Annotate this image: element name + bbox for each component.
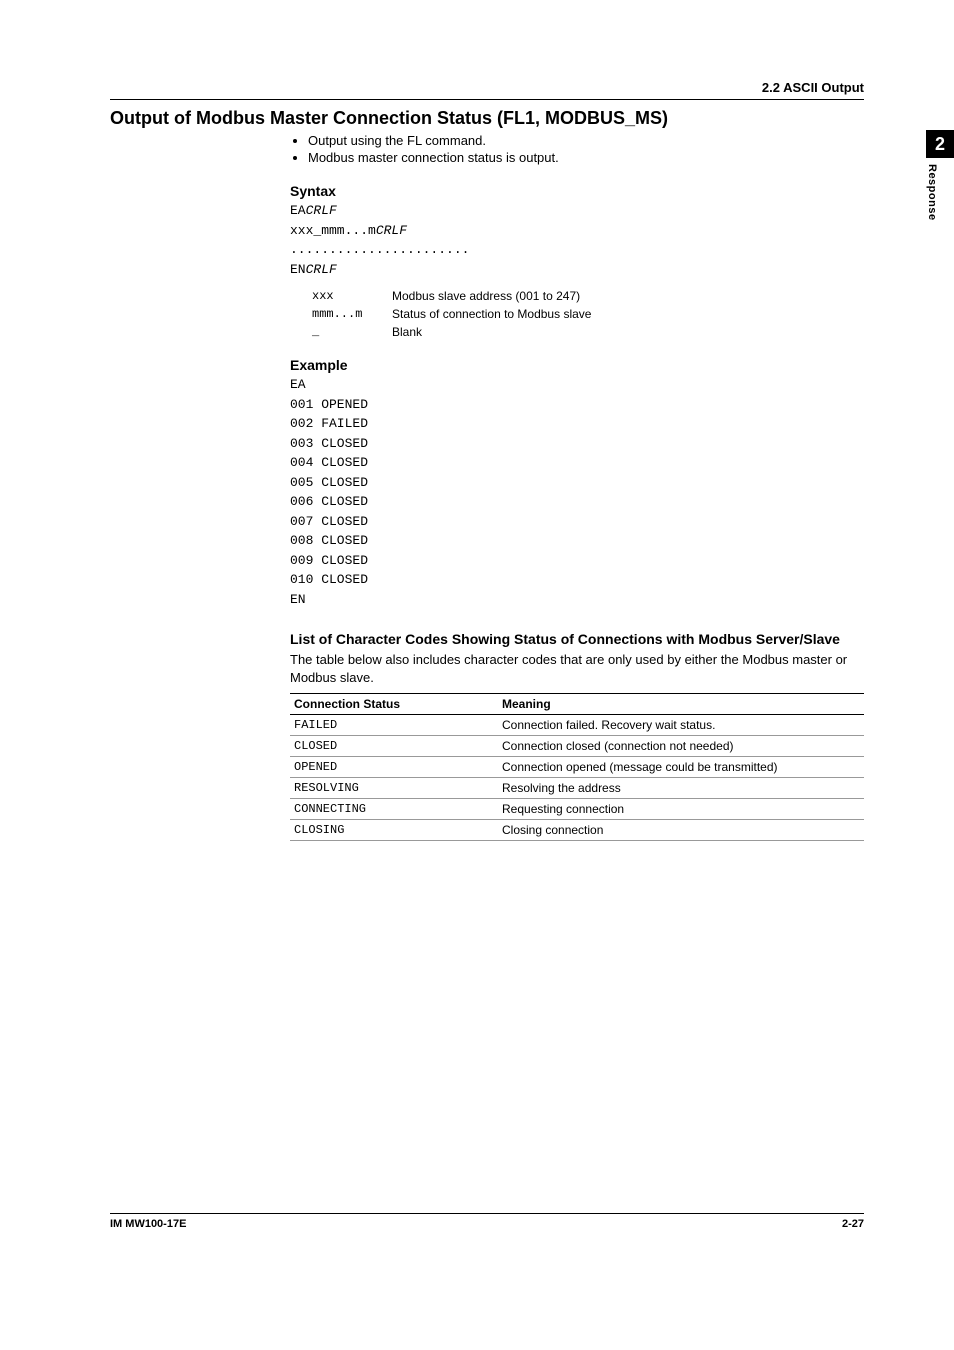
code-cell: CLOSED (290, 736, 498, 757)
syntax-line: ....................... (290, 242, 469, 257)
param-row: xxx Modbus slave address (001 to 247) (312, 289, 864, 303)
codes-col-meaning: Meaning (498, 694, 864, 715)
codes-col-status: Connection Status (290, 694, 498, 715)
table-row: RESOLVING Resolving the address (290, 778, 864, 799)
example-line: 008 CLOSED (290, 533, 368, 548)
table-row: CLOSING Closing connection (290, 820, 864, 841)
example-line: 010 CLOSED (290, 572, 368, 587)
param-desc: Blank (392, 325, 422, 339)
example-line: 003 CLOSED (290, 436, 368, 451)
example-block: EA 001 OPENED 002 FAILED 003 CLOSED 004 … (290, 375, 864, 609)
code-cell: OPENED (290, 757, 498, 778)
bullet-item: Modbus master connection status is outpu… (308, 150, 864, 165)
param-key: _ (312, 325, 392, 339)
table-row: CLOSED Connection closed (connection not… (290, 736, 864, 757)
syntax-params: xxx Modbus slave address (001 to 247) mm… (312, 289, 864, 339)
example-line: 002 FAILED (290, 416, 368, 431)
footer-page-number: 2-27 (842, 1218, 864, 1230)
example-line: 001 OPENED (290, 397, 368, 412)
footer-doc-id: IM MW100-17E (110, 1218, 186, 1230)
example-line: 006 CLOSED (290, 494, 368, 509)
chapter-number-box: 2 (926, 130, 954, 158)
codes-heading: List of Character Codes Showing Status o… (290, 631, 864, 647)
meaning-cell: Resolving the address (498, 778, 864, 799)
syntax-line: EN (290, 262, 306, 277)
syntax-line: xxx_mmm...m (290, 223, 376, 238)
example-line: EN (290, 592, 306, 607)
example-line: 007 CLOSED (290, 514, 368, 529)
bullet-item: Output using the FL command. (308, 133, 864, 148)
codes-table: Connection Status Meaning FAILED Connect… (290, 693, 864, 841)
code-cell: FAILED (290, 715, 498, 736)
param-desc: Modbus slave address (001 to 247) (392, 289, 580, 303)
param-row: mmm...m Status of connection to Modbus s… (312, 307, 864, 321)
syntax-heading: Syntax (290, 183, 864, 199)
meaning-cell: Closing connection (498, 820, 864, 841)
syntax-line-italic: CRLF (306, 262, 337, 277)
example-line: 005 CLOSED (290, 475, 368, 490)
example-line: 009 CLOSED (290, 553, 368, 568)
code-cell: RESOLVING (290, 778, 498, 799)
example-line: 004 CLOSED (290, 455, 368, 470)
param-desc: Status of connection to Modbus slave (392, 307, 591, 321)
meaning-cell: Connection failed. Recovery wait status. (498, 715, 864, 736)
code-cell: CLOSING (290, 820, 498, 841)
example-heading: Example (290, 357, 864, 373)
header-rule (110, 99, 864, 100)
codes-intro: The table below also includes character … (290, 651, 864, 687)
intro-bullets: Output using the FL command. Modbus mast… (290, 133, 864, 165)
page-footer: IM MW100-17E 2-27 (110, 1213, 864, 1230)
side-tab: 2 Response (926, 130, 954, 221)
table-row: CONNECTING Requesting connection (290, 799, 864, 820)
page-title: Output of Modbus Master Connection Statu… (110, 108, 864, 129)
param-key: mmm...m (312, 307, 392, 321)
chapter-label: Response (926, 164, 938, 221)
table-row: FAILED Connection failed. Recovery wait … (290, 715, 864, 736)
meaning-cell: Connection opened (message could be tran… (498, 757, 864, 778)
syntax-block: EACRLF xxx_mmm...mCRLF .................… (290, 201, 864, 279)
meaning-cell: Connection closed (connection not needed… (498, 736, 864, 757)
syntax-line-italic: CRLF (376, 223, 407, 238)
code-cell: CONNECTING (290, 799, 498, 820)
section-header: 2.2 ASCII Output (110, 80, 864, 99)
param-key: xxx (312, 289, 392, 303)
table-row: OPENED Connection opened (message could … (290, 757, 864, 778)
meaning-cell: Requesting connection (498, 799, 864, 820)
syntax-line-italic: CRLF (306, 203, 337, 218)
example-line: EA (290, 377, 306, 392)
param-row: _ Blank (312, 325, 864, 339)
syntax-line: EA (290, 203, 306, 218)
